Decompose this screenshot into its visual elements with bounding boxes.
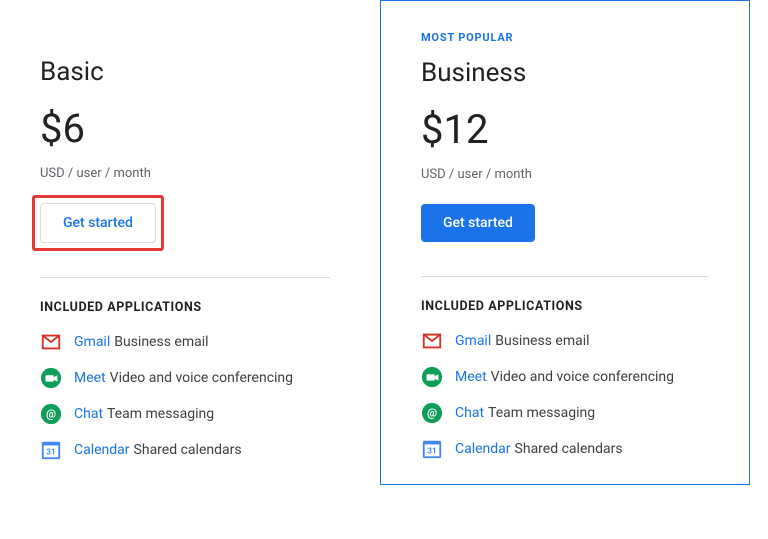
app-row-gmail: Gmail Business email — [40, 331, 330, 353]
meet-icon — [421, 366, 443, 388]
app-link[interactable]: Meet — [74, 370, 106, 386]
plan-price-desc: USD / user / month — [40, 166, 330, 181]
app-link[interactable]: Gmail — [74, 334, 110, 350]
app-row-gmail: Gmail Business email — [421, 330, 709, 352]
plan-card-business: MOST POPULAR Business $12 USD / user / m… — [380, 0, 750, 485]
app-desc: Video and voice conferencing — [491, 369, 674, 385]
meet-icon — [40, 367, 62, 389]
app-link[interactable]: Meet — [455, 369, 487, 385]
app-link[interactable]: Chat — [455, 405, 484, 421]
app-row-calendar: 31 Calendar Shared calendars — [40, 439, 330, 461]
app-row-chat: @ Chat Team messaging — [40, 403, 330, 425]
apps-section-title: INCLUDED APPLICATIONS — [40, 300, 330, 315]
svg-text:31: 31 — [427, 447, 436, 457]
most-popular-badge: MOST POPULAR — [421, 31, 709, 44]
plan-price: $12 — [421, 106, 709, 153]
calendar-icon: 31 — [421, 438, 443, 460]
apps-section-title: INCLUDED APPLICATIONS — [421, 299, 709, 314]
get-started-button-basic[interactable]: Get started — [40, 203, 156, 243]
svg-text:31: 31 — [46, 448, 55, 458]
app-desc: Video and voice conferencing — [110, 370, 293, 386]
get-started-button-business[interactable]: Get started — [421, 204, 535, 242]
app-row-meet: Meet Video and voice conferencing — [421, 366, 709, 388]
chat-icon: @ — [421, 402, 443, 424]
plan-price: $6 — [40, 105, 330, 152]
app-link[interactable]: Gmail — [455, 333, 491, 349]
plan-price-desc: USD / user / month — [421, 167, 709, 182]
app-link[interactable]: Calendar — [455, 441, 511, 457]
svg-text:@: @ — [46, 408, 56, 421]
app-row-chat: @ Chat Team messaging — [421, 402, 709, 424]
calendar-icon: 31 — [40, 439, 62, 461]
app-link[interactable]: Calendar — [74, 442, 130, 458]
plan-name: Business — [421, 58, 709, 88]
gmail-icon — [40, 331, 62, 353]
app-desc: Team messaging — [488, 405, 595, 421]
app-desc: Business email — [114, 334, 208, 350]
divider — [421, 276, 709, 277]
app-link[interactable]: Chat — [74, 406, 103, 422]
plan-card-basic: Basic $6 USD / user / month Get started … — [0, 0, 370, 485]
app-row-calendar: 31 Calendar Shared calendars — [421, 438, 709, 460]
app-desc: Shared calendars — [134, 442, 242, 458]
app-desc: Business email — [495, 333, 589, 349]
app-desc: Team messaging — [107, 406, 214, 422]
plan-name: Basic — [40, 57, 330, 87]
divider — [40, 277, 330, 278]
chat-icon: @ — [40, 403, 62, 425]
app-desc: Shared calendars — [515, 441, 623, 457]
svg-text:@: @ — [427, 407, 437, 420]
app-row-meet: Meet Video and voice conferencing — [40, 367, 330, 389]
gmail-icon — [421, 330, 443, 352]
